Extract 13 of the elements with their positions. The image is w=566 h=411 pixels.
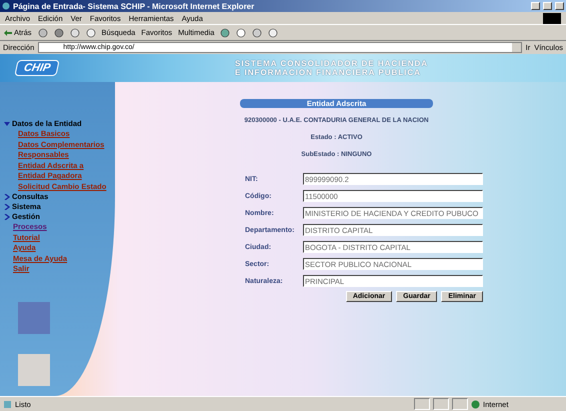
banner-title: SISTEMA CONSOLIDADOR DE HACIENDA [235,59,428,68]
status-pane [433,398,449,410]
minimize-button[interactable] [531,2,540,10]
logo: CHIP [14,60,60,76]
status-pane [452,398,468,410]
close-button[interactable] [555,2,564,10]
banner-title: E INFORMACION FINANCIERA PUBLICA [235,68,422,77]
window-title: Página de Entrada- Sistema SCHIP - Microsoft Internet Explorer [13,2,256,10]
decorative-square [18,354,50,386]
back-arrow-icon [4,30,12,36]
decorative-square [18,302,50,334]
status-pane [414,398,430,410]
maximize-button[interactable] [543,2,552,10]
